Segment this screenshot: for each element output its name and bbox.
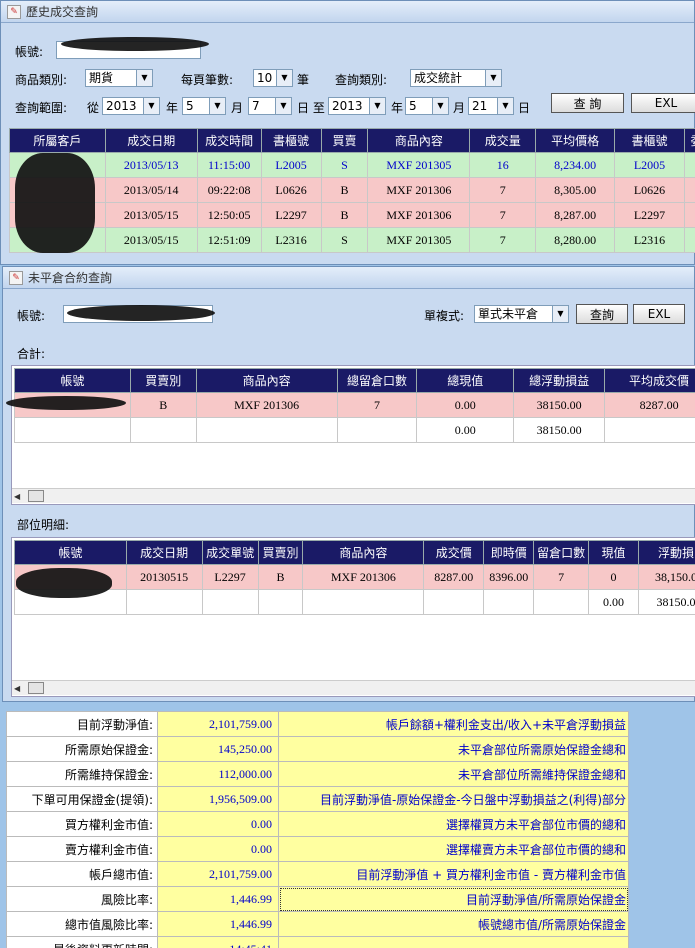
from-label: 從 (87, 101, 100, 115)
history-query-window: ✎ 歷史成交查詢 帳號: 商品類別: 期貨 ▼ 每頁筆數: 10 ▼ 筆 查詢類… (0, 0, 695, 265)
op-excel-button[interactable]: EXL (633, 304, 685, 324)
summary-row: 賣方權利金市值: 0.00 選擇權賣方未平倉部位市價的總和 (6, 836, 629, 862)
query-type-label: 查詢類別: (335, 73, 388, 87)
table-row[interactable]: 0.00 38150.00 (14, 417, 695, 443)
summary-row: 風險比率: 1,446.99 目前浮動淨值/所需原始保證金 (6, 886, 629, 912)
total-header-row: 帳號 買賣別 商品內容 總留倉口數 總現值 總浮動損益 平均成交價 (14, 368, 695, 393)
to-day-select[interactable]: 21 ▼ (468, 97, 514, 115)
chevron-down-icon: ▼ (276, 70, 292, 86)
op-account-label: 帳號: (17, 309, 46, 323)
history-table: 所屬客戶 成交日期 成交時間 書櫃號 買賣 商品內容 成交量 平均價格 書櫃號 … (9, 128, 695, 253)
summary-row: 買方權利金市值: 0.00 選擇權買方未平倉部位市價的總和 (6, 811, 629, 837)
table-row[interactable]: 0.00 38150.0 (14, 589, 695, 615)
history-header-row: 所屬客戶 成交日期 成交時間 書櫃號 買賣 商品內容 成交量 平均價格 書櫃號 … (9, 128, 695, 153)
col-avg[interactable]: 平均價格 (535, 128, 616, 153)
app-icon: ✎ (9, 270, 23, 285)
total-scrollbar[interactable]: ◀ (12, 488, 695, 503)
detail-label: 部位明細: (17, 518, 70, 532)
redacted-total-account (6, 396, 126, 410)
from-day-select[interactable]: 7 ▼ (248, 97, 292, 115)
chevron-down-icon: ▼ (136, 70, 152, 86)
chevron-down-icon: ▼ (275, 98, 291, 114)
open-positions-window: ✎ 未平倉合約查詢 帳號: 單複式: 單式未平倉 ▼ 查詢 EXL 合計: 帳號… (2, 266, 695, 702)
detail-header-row: 帳號 成交日期 成交單號 買賣別 商品內容 成交價 即時價 留倉口數 現值 浮動… (14, 540, 695, 565)
table-row[interactable]: 2013/05/15 12:50:05 L2297 B MXF 201306 7… (9, 202, 695, 228)
to-year-select[interactable]: 2013 ▼ (328, 97, 386, 115)
table-row[interactable]: 2013/05/13 11:15:00 L2005 S MXF 201305 1… (9, 152, 695, 178)
mode-label: 單複式: (424, 309, 465, 323)
col-book2[interactable]: 書櫃號 (614, 128, 685, 153)
history-title: 歷史成交查詢 (26, 5, 99, 19)
col-product[interactable]: 商品內容 (367, 128, 471, 153)
per-page-unit: 筆 (297, 73, 310, 87)
redacted-op-account (67, 305, 215, 321)
open-positions-titlebar: ✎ 未平倉合約查詢 (3, 267, 694, 289)
history-query-button[interactable]: 查 詢 (551, 93, 624, 113)
redacted-account (61, 37, 209, 51)
col-commission[interactable]: 委 (683, 128, 695, 153)
redacted-detail-account (16, 568, 112, 598)
scroll-left-icon[interactable]: ◀ (14, 684, 20, 693)
per-page-select[interactable]: 10 ▼ (253, 69, 293, 87)
detail-scrollbar[interactable]: ◀ (12, 680, 695, 695)
chevron-down-icon: ▼ (485, 70, 501, 86)
total-panel: 帳號 買賣別 商品內容 總留倉口數 總現值 總浮動損益 平均成交價 B MXF … (6, 365, 695, 505)
scroll-thumb[interactable] (28, 490, 44, 502)
history-excel-button[interactable]: EXL (631, 93, 695, 113)
summary-row: 目前浮動淨值: 2,101,759.00 帳戶餘額+權利金支出/收入+未平倉浮動損益 (6, 711, 629, 737)
op-query-button[interactable]: 查詢 (576, 304, 628, 324)
scroll-thumb[interactable] (28, 682, 44, 694)
history-titlebar: ✎ 歷史成交查詢 (1, 1, 694, 23)
col-date[interactable]: 成交日期 (104, 128, 198, 153)
summary-table: 目前浮動淨值: 2,101,759.00 帳戶餘額+權利金支出/收入+未平倉浮動損益… (6, 711, 629, 948)
app-icon: ✎ (7, 4, 21, 19)
to-month-select[interactable]: 5 ▼ (405, 97, 449, 115)
table-row[interactable]: 20130515 L2297 B MXF 201306 8287.00 8396… (14, 564, 695, 590)
day-unit: 日 (518, 101, 531, 115)
query-type-select[interactable]: 成交統計 ▼ (410, 69, 502, 87)
detail-panel: 帳號 成交日期 成交單號 買賣別 商品內容 成交價 即時價 留倉口數 現值 浮動… (11, 537, 695, 697)
table-row[interactable]: 2013/05/15 12:51:09 L2316 S MXF 201305 7… (9, 227, 695, 253)
year-unit-2: 年 (391, 101, 404, 115)
col-side[interactable]: 買賣 (320, 128, 369, 153)
chevron-down-icon: ▼ (143, 98, 159, 114)
mode-select[interactable]: 單式未平倉 ▼ (474, 305, 569, 323)
table-row[interactable]: 2013/05/14 09:22:08 L0626 B MXF 201306 7… (9, 177, 695, 203)
account-label: 帳號: (15, 45, 44, 59)
from-month-select[interactable]: 5 ▼ (182, 97, 226, 115)
summary-row: 最後資料更新時間:14:45:41 (6, 936, 629, 948)
redacted-customers (15, 153, 95, 253)
product-type-label: 商品類別: (15, 73, 68, 87)
chevron-down-icon: ▼ (209, 98, 225, 114)
chevron-down-icon: ▼ (369, 98, 385, 114)
scroll-left-icon[interactable]: ◀ (14, 492, 20, 501)
chevron-down-icon: ▼ (432, 98, 448, 114)
col-book[interactable]: 書櫃號 (260, 128, 322, 153)
col-qty[interactable]: 成交量 (469, 128, 537, 153)
detail-table: 帳號 成交日期 成交單號 買賣別 商品內容 成交價 即時價 留倉口數 現值 浮動… (14, 540, 695, 615)
product-type-select[interactable]: 期貨 ▼ (85, 69, 153, 87)
to-label: 日 至 (297, 101, 325, 115)
summary-row: 所需維持保證金: 112,000.00 未平倉部位所需維持保證金總和 (6, 761, 629, 787)
open-positions-title: 未平倉合約查詢 (28, 271, 113, 285)
col-time[interactable]: 成交時間 (196, 128, 262, 153)
summary-row: 帳戶總市值: 2,101,759.00 目前浮動淨值 + 買方權利金市值 - 賣方權… (6, 861, 629, 887)
col-customer[interactable]: 所屬客戶 (9, 128, 106, 153)
from-year-select[interactable]: 2013 ▼ (102, 97, 160, 115)
total-label: 合計: (17, 347, 46, 361)
summary-row: 下單可用保證金(提領): 1,956,509.00 目前浮動淨值-原始保證金-今日盤… (6, 786, 629, 812)
month-unit: 月 (231, 101, 244, 115)
year-unit: 年 (166, 101, 179, 115)
summary-row: 總市值風險比率: 1,446.99 帳號總市值/所需原始保證金 (6, 911, 629, 937)
summary-row: 所需原始保證金: 145,250.00 未平倉部位所需原始保證金總和 (6, 736, 629, 762)
chevron-down-icon: ▼ (497, 98, 513, 114)
month-unit-2: 月 (453, 101, 466, 115)
per-page-label: 每頁筆數: (181, 73, 234, 87)
range-label: 查詢範圍: (15, 101, 68, 115)
chevron-down-icon: ▼ (552, 306, 568, 322)
